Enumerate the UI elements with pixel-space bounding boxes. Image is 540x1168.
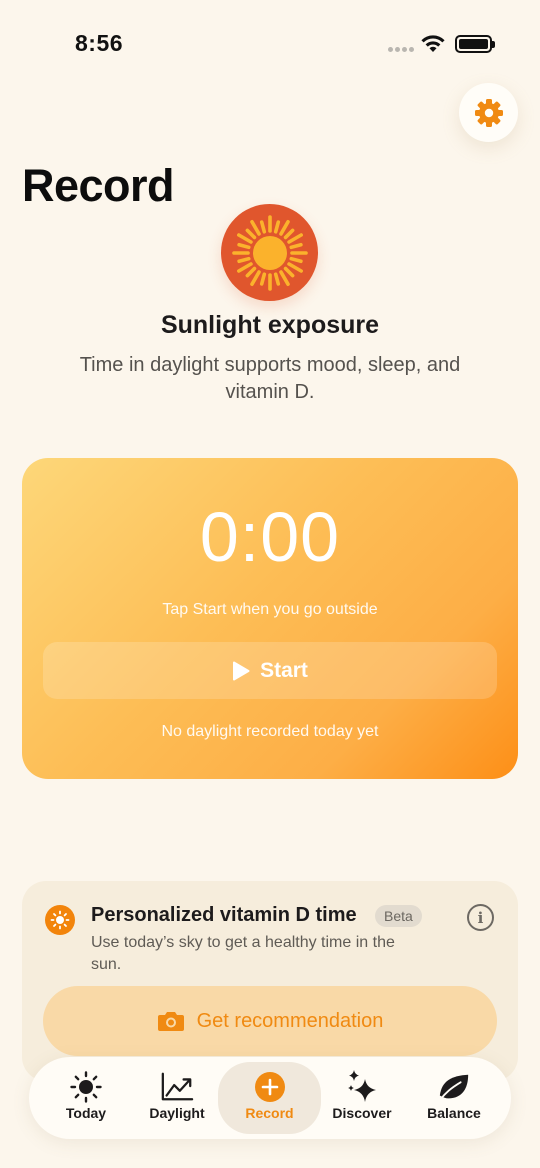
- sunlight-badge: [221, 204, 318, 301]
- tab-record[interactable]: Record: [218, 1062, 321, 1134]
- feature-description: Time in daylight supports mood, sleep, a…: [79, 354, 461, 403]
- info-icon: i: [477, 908, 484, 927]
- cellular-signal-icon: [388, 45, 414, 53]
- settings-button[interactable]: [459, 83, 518, 142]
- timer-value: 0:00: [199, 498, 341, 576]
- get-recommendation-button[interactable]: Get recommendation: [43, 986, 497, 1056]
- beta-badge: Beta: [375, 905, 422, 927]
- get-recommendation-label: Get recommendation: [196, 1009, 384, 1032]
- tab-balance[interactable]: Balance: [408, 1062, 500, 1134]
- status-bar: 8:56: [0, 0, 540, 88]
- camera-icon: [157, 1012, 184, 1031]
- leaf-icon: [438, 1074, 469, 1102]
- feature-title: Sunlight exposure: [160, 311, 380, 339]
- timer-hint: Tap Start when you go outside: [162, 601, 378, 618]
- timer-status: No daylight recorded today yet: [161, 723, 379, 740]
- tab-label: Today: [65, 1105, 107, 1121]
- tab-label: Discover: [332, 1105, 392, 1121]
- wifi-icon: [420, 32, 446, 59]
- start-button[interactable]: Start: [43, 642, 497, 699]
- page-title: Record: [22, 160, 175, 211]
- gear-icon: [474, 98, 503, 127]
- tab-label: Balance: [427, 1105, 481, 1121]
- sparkles-icon: [348, 1070, 376, 1102]
- tab-label: Record: [245, 1105, 294, 1121]
- tab-today[interactable]: Today: [40, 1062, 132, 1134]
- info-button[interactable]: i: [467, 904, 494, 931]
- status-time: 8:56: [75, 30, 124, 56]
- vitamin-d-title: Personalized vitamin D time: [91, 904, 357, 926]
- sun-icon: [231, 214, 308, 291]
- battery-icon: [455, 35, 495, 53]
- tab-daylight[interactable]: Daylight: [131, 1062, 223, 1134]
- small-sun-icon: [45, 905, 75, 935]
- chart-trend-icon: [161, 1072, 194, 1101]
- play-icon: [233, 661, 250, 680]
- vitamin-d-description: Use today’s sky to get a healthy time in…: [91, 934, 395, 973]
- tab-label: Daylight: [149, 1105, 205, 1121]
- plus-circle-icon: [254, 1072, 285, 1102]
- start-button-label: Start: [260, 658, 308, 682]
- tab-discover[interactable]: Discover: [316, 1062, 408, 1134]
- sun-icon: [70, 1071, 102, 1103]
